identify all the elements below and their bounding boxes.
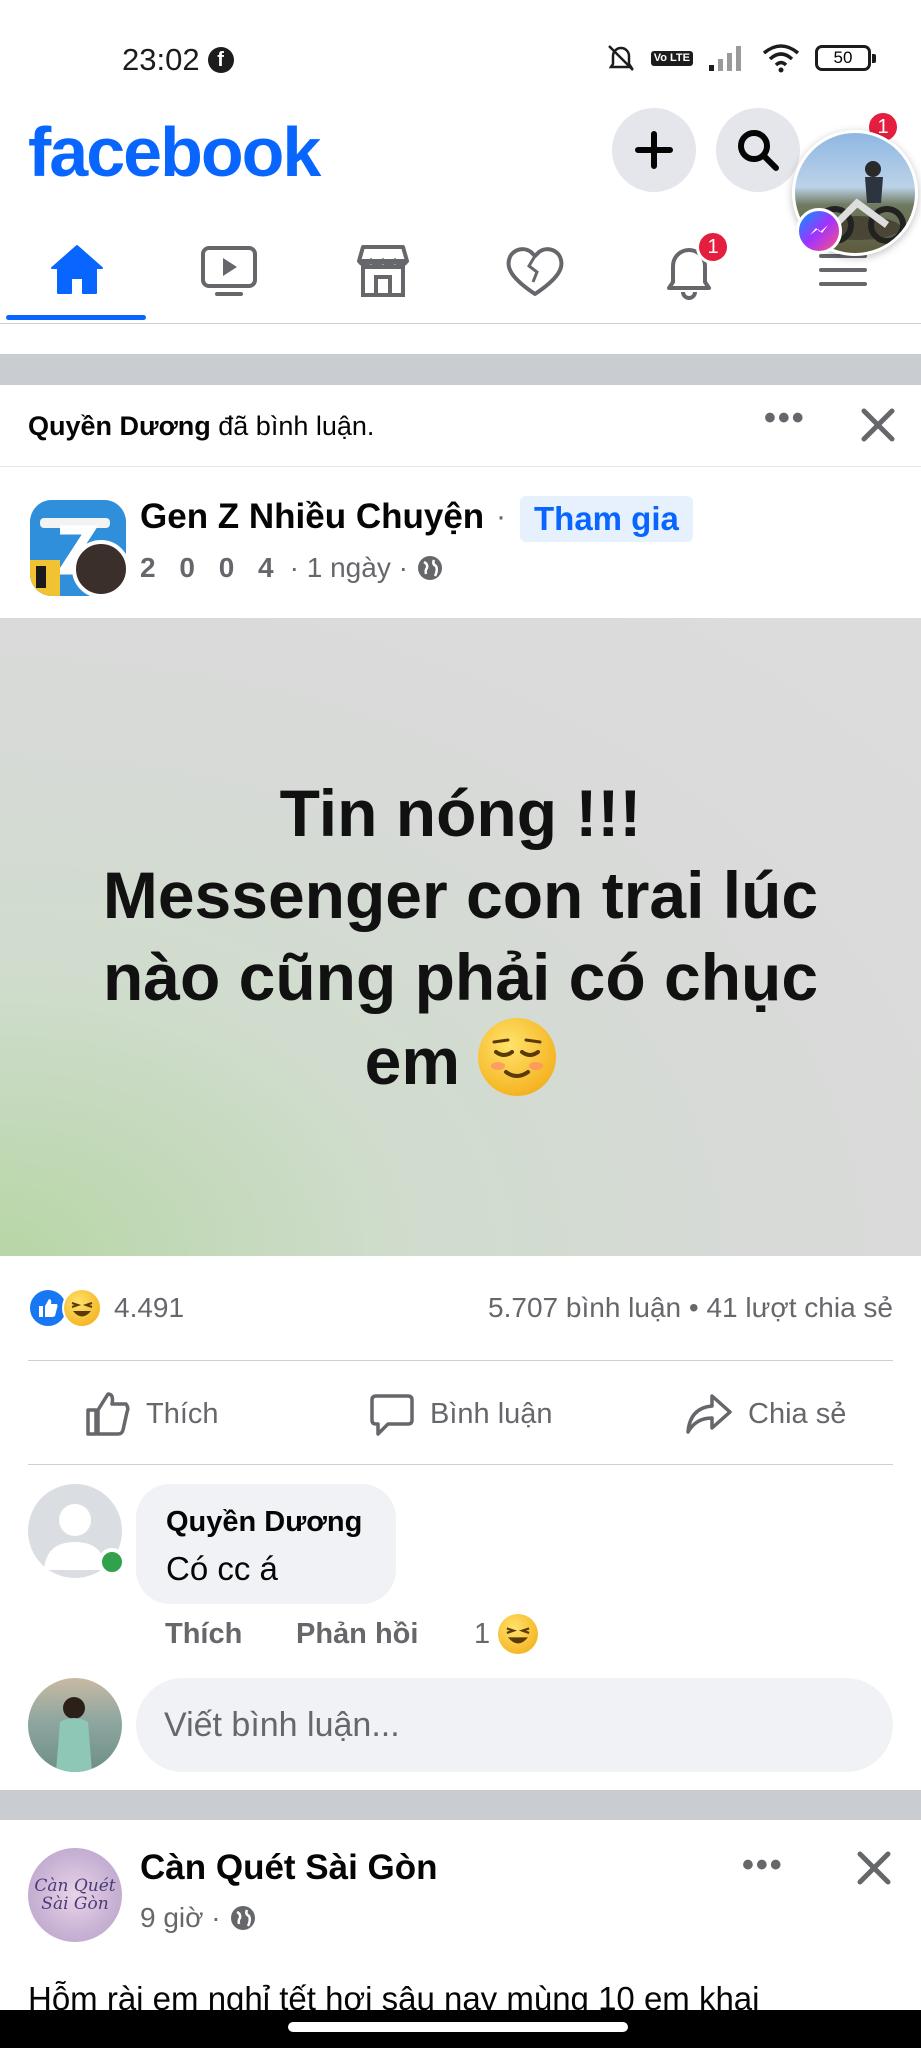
- tab-notifications[interactable]: [614, 220, 764, 320]
- profile-photo: [56, 1697, 92, 1772]
- plus-icon: [635, 131, 673, 169]
- join-group-button[interactable]: Tham gia: [520, 496, 693, 542]
- post-text-line: em: [81, 1018, 841, 1102]
- messenger-icon: [796, 208, 842, 254]
- tab-video[interactable]: [154, 220, 304, 320]
- home-gesture-handle[interactable]: [288, 2022, 628, 2032]
- comment-text: Có cc á: [166, 1550, 278, 1587]
- facebook-notification-icon: f: [207, 47, 234, 73]
- comment-label: Bình luận: [430, 1397, 553, 1430]
- activity-text: Quyền Dương đã bình luận.: [28, 411, 374, 442]
- tab-home[interactable]: [2, 220, 152, 320]
- share-arrow-icon: [686, 1394, 732, 1434]
- create-button[interactable]: [612, 108, 696, 192]
- feed-divider: [0, 1790, 921, 1820]
- post-text-line: Messenger con trai lúc: [102, 858, 819, 932]
- page-avatar-text: Càn Quét Sài Gòn: [34, 1876, 116, 1914]
- tab-dating[interactable]: [460, 220, 610, 320]
- post-author[interactable]: 2 0 0 4: [140, 552, 282, 584]
- page-avatar[interactable]: Càn Quét Sài Gòn: [28, 1848, 122, 1942]
- home-icon: [51, 245, 103, 294]
- comment-reply-button[interactable]: Phản hồi: [296, 1618, 418, 1651]
- facebook-logo[interactable]: facebook: [28, 112, 321, 192]
- like-label: Thích: [146, 1397, 219, 1430]
- comment-reactions[interactable]: 1: [474, 1614, 539, 1654]
- title-separator: ·: [496, 500, 506, 533]
- signal-icon: [709, 46, 741, 71]
- post-text: Tin nóng !!! Messenger con trai lúc nào …: [81, 772, 841, 1102]
- post-time[interactable]: · 1 ngày ·: [290, 552, 408, 584]
- activity-action: đã bình luận.: [210, 411, 375, 441]
- tab-bar: [0, 220, 921, 324]
- activity-actor[interactable]: Quyền Dương: [28, 411, 211, 441]
- active-tab-indicator: [6, 315, 146, 320]
- wifi-icon: [762, 44, 800, 73]
- status-icons: Vo LTE 50: [605, 42, 876, 74]
- hide-post-button[interactable]: [854, 1848, 894, 1888]
- like-button[interactable]: Thích: [84, 1386, 219, 1442]
- feed-divider: [0, 354, 921, 385]
- post-time[interactable]: 9 giờ ·: [140, 1902, 221, 1934]
- reaction-count: 4.491: [114, 1292, 185, 1323]
- post-text-word: em: [364, 1024, 461, 1098]
- video-icon: [201, 246, 257, 296]
- online-status-indicator: [98, 1548, 126, 1576]
- search-icon: [738, 130, 779, 171]
- notifications-badge: 1: [696, 230, 730, 264]
- app-header: facebook: [0, 100, 921, 210]
- comment-input[interactable]: Viết bình luận...: [136, 1678, 893, 1772]
- globe-icon: [230, 1906, 255, 1930]
- share-label: Chia sẻ: [748, 1397, 847, 1430]
- comment-bubble-icon: [370, 1394, 414, 1436]
- comment-bubble[interactable]: Quyền Dương Có cc á: [136, 1484, 396, 1604]
- relieved-face-emoji-icon: [478, 1018, 557, 1096]
- post-options-button[interactable]: •••: [742, 1846, 784, 1885]
- post-meta: 9 giờ ·: [140, 1902, 257, 1934]
- author-avatar[interactable]: [72, 540, 130, 598]
- group-name[interactable]: Gen Z Nhiều Chuyện: [140, 497, 484, 537]
- clock: 23:02: [122, 42, 200, 77]
- comment-author[interactable]: Quyền Dương: [166, 1506, 362, 1539]
- comment-activity-header: Quyền Dương đã bình luận. •••: [0, 385, 921, 467]
- search-button[interactable]: [716, 108, 800, 192]
- separator-line: [28, 1464, 893, 1465]
- globe-icon: [417, 556, 442, 580]
- page-name[interactable]: Càn Quét Sài Gòn: [140, 1848, 438, 1888]
- haha-reaction-icon: [62, 1288, 102, 1328]
- status-time: 23:02 f: [122, 42, 234, 78]
- comment-like-button[interactable]: Thích: [165, 1618, 242, 1651]
- separator-line: [28, 1360, 893, 1361]
- more-dots-icon: •••: [764, 399, 806, 437]
- share-button[interactable]: Chia sẻ: [684, 1386, 846, 1442]
- post-options-button[interactable]: •••: [764, 399, 806, 438]
- volte-icon: Vo LTE: [650, 50, 693, 66]
- tab-marketplace[interactable]: [308, 220, 458, 320]
- heart-icon: [506, 247, 564, 296]
- comment-button[interactable]: Bình luận: [368, 1386, 553, 1442]
- mute-bell-icon: [607, 45, 634, 71]
- hide-post-button[interactable]: [858, 405, 898, 445]
- thumbs-up-icon: [86, 1392, 130, 1436]
- post-background[interactable]: Tin nóng !!! Messenger con trai lúc nào …: [0, 618, 921, 1256]
- my-profile-avatar[interactable]: [28, 1678, 122, 1772]
- comments-shares-count[interactable]: 5.707 bình luận • 41 lượt chia sẻ: [488, 1292, 893, 1324]
- marketplace-icon: [357, 245, 409, 297]
- post-text-line: Tin nóng !!!: [279, 776, 642, 850]
- battery-icon: 50: [815, 45, 876, 71]
- comment-reaction-count: 1: [474, 1617, 491, 1650]
- haha-reaction-icon: [498, 1614, 539, 1654]
- post-meta: 2 0 0 4 · 1 ngày ·: [140, 552, 444, 584]
- more-dots-icon: •••: [742, 1846, 784, 1884]
- status-bar: 23:02 f Vo LTE 50: [0, 0, 921, 110]
- post-text-line: nào cũng phải có chục: [102, 940, 819, 1014]
- reactions-summary[interactable]: 4.491 5.707 bình luận • 41 lượt chia sẻ: [28, 1288, 893, 1332]
